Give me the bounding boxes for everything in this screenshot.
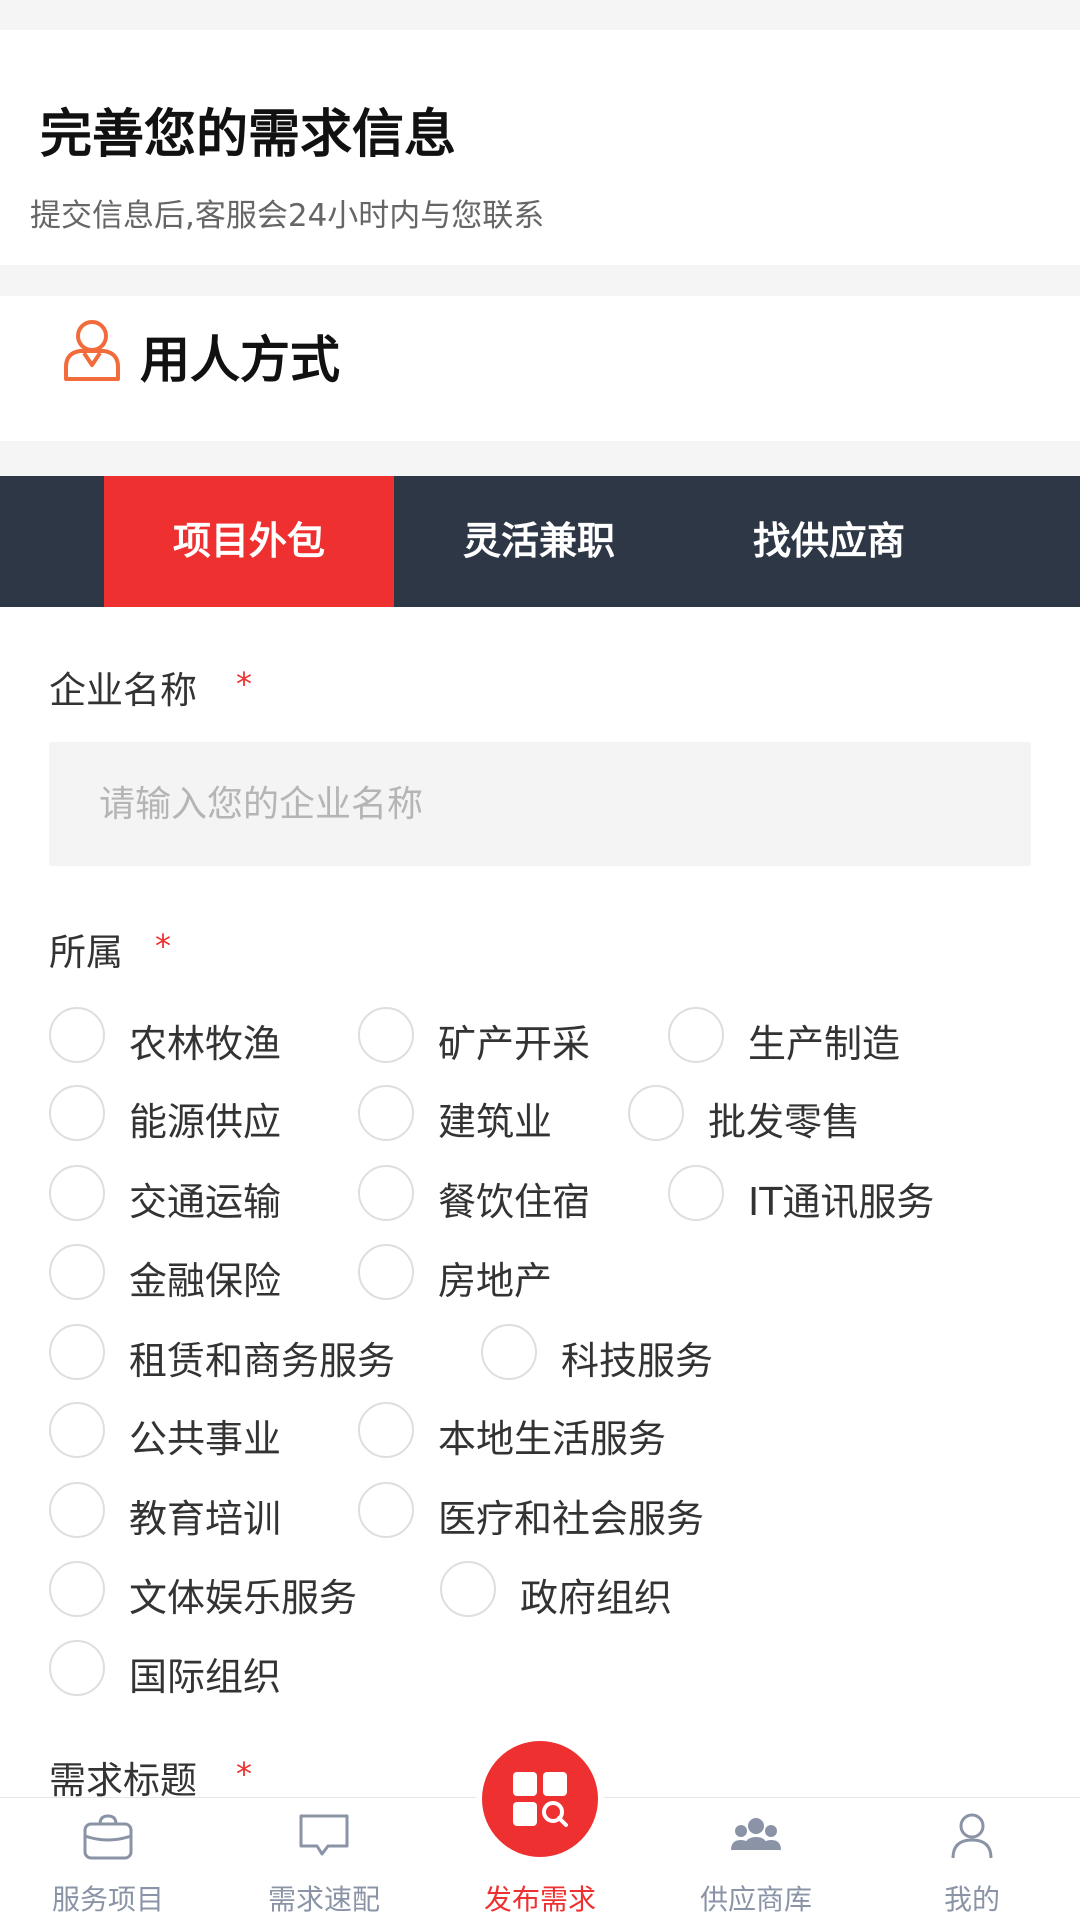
radio-label: 农林牧渔 <box>129 1022 282 1066</box>
nav-label: 发布需求 <box>483 1883 596 1916</box>
radio-circle[interactable] <box>358 1165 414 1221</box>
required-mark: * <box>155 927 171 965</box>
radio-circle[interactable] <box>481 1324 537 1380</box>
radio-circle[interactable] <box>628 1085 684 1141</box>
tab-flexible-parttime[interactable]: 灵活兼职 <box>394 476 684 607</box>
radio-circle[interactable] <box>358 1244 414 1300</box>
radio-label: 生产制造 <box>748 1022 901 1066</box>
required-mark: * <box>236 665 252 703</box>
nav-label: 供应商库 <box>699 1883 812 1916</box>
radio-circle[interactable] <box>440 1561 496 1617</box>
briefcase-icon <box>80 1810 136 1862</box>
user-icon <box>944 1810 1000 1862</box>
nav-label: 服务项目 <box>51 1883 164 1916</box>
person-icon <box>62 317 122 383</box>
nav-item-supplier-library[interactable]: 供应商库 <box>648 1798 864 1920</box>
radio-circle[interactable] <box>358 1482 414 1538</box>
radio-circle[interactable] <box>49 1244 105 1300</box>
section-title: 用人方式 <box>140 331 340 389</box>
company-name-label: 企业名称 <box>49 669 197 712</box>
radio-label: 餐饮住宿 <box>438 1180 591 1224</box>
radio-circle[interactable] <box>49 1007 105 1063</box>
radio-label: 公共事业 <box>129 1417 282 1461</box>
hire-mode-tabs: 项目外包 灵活兼职 找供应商 <box>0 476 1080 607</box>
radio-label: 教育培训 <box>129 1497 282 1541</box>
nav-item-services[interactable]: 服务项目 <box>0 1798 216 1920</box>
company-name-input[interactable] <box>49 742 1031 866</box>
radio-circle[interactable] <box>668 1165 724 1221</box>
radio-circle[interactable] <box>49 1561 105 1617</box>
radio-label: 科技服务 <box>561 1339 714 1383</box>
radio-label: 租赁和商务服务 <box>129 1339 396 1383</box>
radio-label: 文体娱乐服务 <box>129 1576 358 1620</box>
required-mark: * <box>236 1755 252 1793</box>
radio-circle[interactable] <box>358 1402 414 1458</box>
demand-title-label: 需求标题 <box>49 1759 197 1802</box>
radio-label: 金融保险 <box>129 1259 282 1303</box>
publish-fab-circle[interactable] <box>482 1741 598 1857</box>
chat-bubble-icon <box>296 1810 352 1862</box>
intro-card: 完善您的需求信息 提交信息后,客服会24小时内与您联系 <box>0 30 1080 265</box>
tab-project-outsourcing[interactable]: 项目外包 <box>104 476 394 607</box>
radio-circle[interactable] <box>49 1165 105 1221</box>
radio-circle[interactable] <box>49 1324 105 1380</box>
publish-fab-button[interactable] <box>476 1735 604 1863</box>
industry-label: 所属 <box>49 931 123 974</box>
nav-item-quick-match[interactable]: 需求速配 <box>216 1798 432 1920</box>
publish-demand-page: 完善您的需求信息 提交信息后,客服会24小时内与您联系 用人方式 项目外包 灵活… <box>0 0 1080 1920</box>
radio-label: 国际组织 <box>129 1655 282 1699</box>
nav-label: 我的 <box>943 1883 1000 1916</box>
radio-label: IT通讯服务 <box>748 1180 935 1224</box>
radio-circle[interactable] <box>358 1085 414 1141</box>
radio-circle[interactable] <box>668 1007 724 1063</box>
radio-circle[interactable] <box>49 1402 105 1458</box>
radio-label: 矿产开采 <box>438 1022 591 1066</box>
nav-item-mine[interactable]: 我的 <box>864 1798 1080 1920</box>
page-subtitle: 提交信息后,客服会24小时内与您联系 <box>30 198 545 234</box>
radio-label: 能源供应 <box>129 1100 282 1144</box>
group-icon <box>728 1810 784 1862</box>
radio-label: 房地产 <box>438 1259 553 1303</box>
radio-label: 建筑业 <box>438 1100 553 1144</box>
radio-circle[interactable] <box>49 1482 105 1538</box>
radio-label: 交通运输 <box>129 1180 282 1224</box>
radio-label: 批发零售 <box>708 1100 861 1144</box>
radio-label: 本地生活服务 <box>438 1417 667 1461</box>
page-title: 完善您的需求信息 <box>40 105 457 165</box>
radio-circle[interactable] <box>358 1007 414 1063</box>
nav-label: 需求速配 <box>267 1883 380 1916</box>
radio-circle[interactable] <box>49 1085 105 1141</box>
radio-label: 政府组织 <box>520 1576 673 1620</box>
radio-circle[interactable] <box>49 1640 105 1696</box>
tab-find-supplier[interactable]: 找供应商 <box>684 476 974 607</box>
radio-label: 医疗和社会服务 <box>438 1497 705 1541</box>
